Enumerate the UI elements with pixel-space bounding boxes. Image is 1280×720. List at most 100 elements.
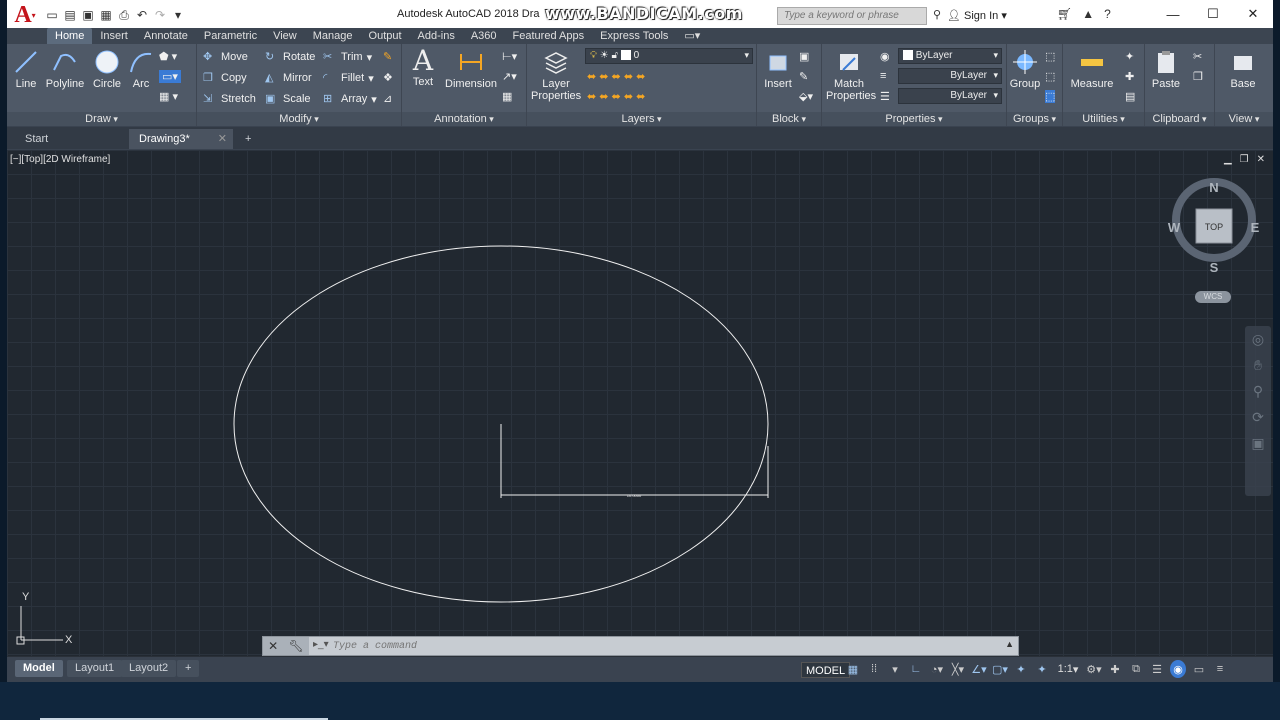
copy-button[interactable]: ❐ Copy — [203, 71, 247, 85]
cart-icon[interactable]: 🛒︎ — [1057, 7, 1072, 21]
tab-view[interactable]: View — [265, 28, 305, 44]
annotation-monitor-icon[interactable]: ✚ — [1107, 660, 1123, 678]
layer-properties-button[interactable]: Layer Properties — [531, 48, 581, 102]
isodraft-icon[interactable]: ╳▾ — [950, 660, 966, 678]
snap-menu-icon[interactable]: ▾ — [887, 660, 903, 678]
new-icon[interactable]: ▭ — [45, 8, 59, 22]
cut-icon[interactable]: ✂ — [1193, 50, 1202, 63]
compass-east[interactable]: E — [1251, 220, 1259, 235]
mirror-button[interactable]: ◭ Mirror — [265, 71, 312, 85]
new-tab-button[interactable]: + — [235, 129, 261, 149]
group-edit-icon[interactable]: ⬚ — [1045, 70, 1055, 83]
print-icon[interactable]: ⎙ — [117, 8, 131, 22]
osnap-icon[interactable]: ▢▾ — [992, 660, 1008, 678]
dimension-button[interactable]: Dimension — [444, 48, 498, 90]
ungroup-icon[interactable]: ⬚ — [1045, 50, 1055, 63]
point-id-icon[interactable]: ✚ — [1125, 70, 1134, 83]
table-icon[interactable]: ▦ — [502, 90, 512, 103]
tab-express-tools[interactable]: Express Tools — [592, 28, 676, 44]
arc-button[interactable]: Arc — [127, 48, 155, 90]
layer-dropdown[interactable]: 💡︎ ☀ 🔓︎ 0 — [585, 48, 753, 64]
pan-icon[interactable]: ✋︎ — [1245, 352, 1271, 378]
text-button[interactable]: A Text — [408, 46, 438, 89]
tab-layout1[interactable]: Layout1 — [67, 660, 123, 677]
polyline-button[interactable]: Polyline — [43, 48, 87, 90]
annotation-scale[interactable]: 1:1 ▾ — [1055, 660, 1081, 678]
tab-output[interactable]: Output — [361, 28, 410, 44]
drawing-viewport[interactable]: [−][Top][2D Wireframe] ▁ ❐ ✕ 10.0000 Y X… — [7, 150, 1273, 656]
close-button[interactable]: ✕ — [1233, 0, 1273, 28]
undo-icon[interactable]: ↶ — [135, 8, 149, 22]
tab-home[interactable]: Home — [47, 28, 93, 44]
search-input[interactable]: Type a keyword or phrase — [777, 7, 927, 25]
base-button[interactable]: Base — [1223, 48, 1263, 90]
erase-icon[interactable]: ✎ — [383, 50, 392, 63]
layer-tools-row1-icon[interactable]: ⬌ ⬌ ⬌ ⬌ ⬌ — [587, 70, 645, 83]
annotation-panel-title[interactable]: Annotation — [402, 112, 526, 126]
clipboard-panel-title[interactable]: Clipboard — [1145, 112, 1214, 126]
trim-button[interactable]: ✂ Trim ▾ — [323, 50, 372, 64]
tab-model[interactable]: Model — [15, 660, 63, 677]
modify-panel-title[interactable]: Modify — [197, 112, 401, 126]
customization-icon[interactable]: ≡ — [1212, 660, 1228, 678]
open-icon[interactable]: ▤ — [63, 8, 77, 22]
compass-west[interactable]: W — [1168, 220, 1181, 235]
command-history-icon[interactable]: ▲ — [1005, 639, 1014, 649]
view-panel-title[interactable]: View — [1215, 112, 1273, 126]
drawing-canvas[interactable]: 10.0000 Y X — [7, 150, 1273, 656]
scale-button[interactable]: ▣ Scale — [265, 92, 311, 106]
help-icon[interactable]: ? — [1104, 7, 1111, 21]
snap-icon[interactable]: ⁞⁞ — [866, 660, 882, 678]
zoom-icon[interactable]: ⚲ — [1245, 378, 1271, 404]
utilities-panel-title[interactable]: Utilities — [1063, 112, 1144, 126]
polar-icon[interactable]: ◔▾ — [929, 660, 945, 678]
save-icon[interactable]: ▣ — [81, 8, 95, 22]
offset-icon[interactable]: ⊿ — [383, 92, 392, 105]
lineweight-dropdown[interactable]: ByLayer — [898, 88, 1002, 104]
isolate-objects-icon[interactable]: ◉ — [1170, 660, 1186, 678]
create-block-icon[interactable]: ▣ — [799, 50, 809, 63]
autoscale-icon[interactable]: ✦ — [1034, 660, 1050, 678]
move-button[interactable]: ✥ Move — [203, 50, 248, 64]
annotation-visibility-icon[interactable]: ✦ — [1013, 660, 1029, 678]
steering-wheel-icon[interactable]: ◎ — [1245, 326, 1271, 352]
tab-start[interactable]: Start — [15, 129, 133, 149]
save-as-icon[interactable]: ▦ — [99, 8, 113, 22]
tab-featured-apps[interactable]: Featured Apps — [505, 28, 593, 44]
paste-button[interactable]: Paste — [1149, 48, 1183, 90]
close-tab-icon[interactable]: ✕ — [218, 129, 227, 149]
add-layout-button[interactable]: + — [177, 660, 200, 677]
viewcube[interactable]: TOP N S E W — [1167, 178, 1259, 278]
tab-drawing3[interactable]: Drawing3* ✕ — [129, 129, 233, 149]
application-menu-button[interactable]: A ▾ — [7, 2, 43, 28]
line-button[interactable]: Line — [11, 48, 41, 90]
array-button[interactable]: ⊞ Array ▾ — [323, 92, 377, 106]
quick-select-icon[interactable]: ✦ — [1125, 50, 1134, 63]
group-select-icon[interactable]: ⬚ — [1045, 90, 1056, 103]
minimize-button[interactable]: — — [1153, 0, 1193, 28]
tab-annotate[interactable]: Annotate — [136, 28, 196, 44]
properties-panel-title[interactable]: Properties — [822, 112, 1006, 126]
tab-insert[interactable]: Insert — [92, 28, 136, 44]
clean-screen-icon[interactable]: ▭ — [1191, 660, 1207, 678]
leader-icon[interactable]: ↗▾ — [502, 70, 517, 83]
sign-in-button[interactable]: 👤︎ Sign In ▾ — [947, 9, 1007, 22]
stretch-button[interactable]: ⇲ Stretch — [203, 92, 256, 106]
ortho-icon[interactable]: ∟ — [908, 660, 924, 678]
tab-manage[interactable]: Manage — [305, 28, 361, 44]
ribbon-toggle-icon[interactable]: ▭▾ — [676, 28, 708, 44]
exchange-icon[interactable]: ▲ — [1082, 7, 1094, 21]
block-attributes-icon[interactable]: ⬙▾ — [799, 90, 813, 103]
tab-a360[interactable]: A360 — [463, 28, 505, 44]
circle-button[interactable]: Circle — [89, 48, 125, 90]
showmotion-icon[interactable]: ▣ — [1245, 430, 1271, 456]
color-dropdown[interactable]: ByLayer — [898, 48, 1002, 64]
rectangle-icon[interactable]: ▭▾ — [159, 70, 181, 83]
calculator-icon[interactable]: ▤ — [1125, 90, 1135, 103]
tab-add-ins[interactable]: Add-ins — [410, 28, 463, 44]
grid-icon[interactable]: ▦ — [845, 660, 861, 678]
polygon-icon[interactable]: ⬟ ▾ — [159, 50, 177, 63]
explode-icon[interactable]: ❖ — [383, 71, 393, 84]
command-input[interactable] — [333, 639, 933, 653]
linear-dim-icon[interactable]: ⊢▾ — [502, 50, 517, 63]
